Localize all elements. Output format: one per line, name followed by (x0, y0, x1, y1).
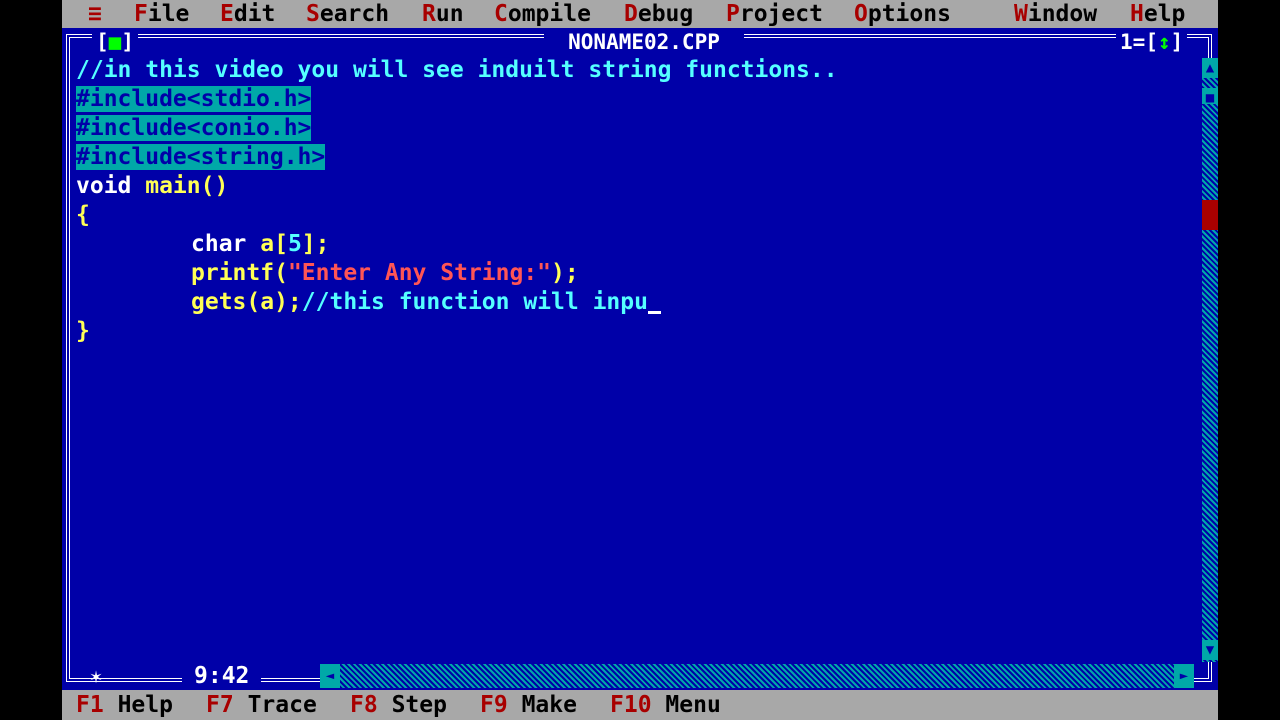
printf-end: ); (551, 260, 579, 286)
fkey-help-label: Help (117, 692, 173, 718)
zoom-left-bracket: [ (1145, 30, 1158, 54)
zoom-right-bracket: ] (1170, 30, 1184, 54)
menu-search-label: earch (319, 1, 390, 27)
menu-options[interactable]: Options (854, 0, 951, 28)
scroll-left-arrow-icon[interactable]: ◄ (320, 664, 340, 688)
fkey-trace-label: Trace (247, 692, 317, 718)
menu-run-hotkey: R (422, 1, 436, 27)
horizontal-scrollbar[interactable]: ◄ ► (320, 664, 1194, 688)
fkey-help[interactable]: F1 Help (76, 690, 173, 720)
menu-options-label: ptions (867, 1, 951, 27)
fkey-trace[interactable]: F7 Trace (206, 690, 317, 720)
menu-compile-label: ompile (507, 1, 591, 27)
fkey-step-key: F8 (350, 692, 378, 718)
menu-help-label: elp (1143, 1, 1186, 27)
printf-call: printf( (191, 260, 288, 286)
menu-debug[interactable]: Debug (624, 0, 693, 28)
menu-window-hotkey: W (1014, 1, 1028, 27)
close-icon: ■ (108, 30, 122, 54)
menu-search-hotkey: S (306, 1, 320, 27)
function-key-bar: F1 Help F7 Trace F8 Step F9 Make F10 Men… (62, 690, 1218, 720)
scroll-right-arrow-icon[interactable]: ► (1174, 664, 1194, 688)
include-conio: #include<conio.h> (76, 115, 312, 141)
code-line-6[interactable]: { (76, 201, 90, 230)
gets-call: gets(a); (191, 289, 302, 315)
fkey-menu-label: Menu (665, 692, 721, 718)
keyword-void: void (76, 173, 132, 199)
fkey-make[interactable]: F9 Make (480, 690, 577, 720)
vertical-scroll-thumb[interactable] (1202, 200, 1218, 230)
code-line-2[interactable]: #include<stdio.h> (76, 85, 312, 114)
code-editor[interactable]: //in this video you will see induilt str… (76, 56, 1196, 656)
fkey-menu[interactable]: F10 Menu (610, 690, 721, 720)
zoom-icon[interactable]: ↕ (1158, 30, 1171, 54)
window-title: NONAME02.CPP (544, 28, 744, 56)
fkey-menu-key: F10 (610, 692, 652, 718)
close-box-right-bracket: ] (121, 30, 134, 54)
menu-debug-hotkey: D (624, 1, 638, 27)
window-zoom-separator: = (1132, 30, 1146, 54)
include-stdio: #include<stdio.h> (76, 86, 312, 112)
menu-debug-label: ebug (637, 1, 694, 27)
include-string: #include<string.h> (76, 144, 326, 170)
code-line-4[interactable]: #include<string.h> (76, 143, 326, 172)
menu-window[interactable]: Window (1014, 0, 1097, 28)
menu-window-label: indow (1027, 1, 1098, 27)
modified-marker-icon: ✶ (90, 664, 103, 688)
code-line-5[interactable]: void main() (76, 172, 228, 201)
printf-string: "Enter Any String:" (287, 260, 552, 286)
code-line-9[interactable]: gets(a);//this function will inpu (191, 288, 661, 317)
main-signature: main() (131, 173, 229, 199)
menu-edit-hotkey: E (220, 1, 234, 27)
menu-edit[interactable]: Edit (220, 0, 275, 28)
code-line-1[interactable]: //in this video you will see induilt str… (76, 56, 838, 85)
text-cursor (647, 311, 661, 314)
system-menu-icon[interactable]: ≡ (88, 0, 102, 28)
close-box-left-bracket: [ (96, 30, 109, 54)
menu-file-hotkey: F (134, 1, 148, 27)
array-decl: a[ (246, 231, 288, 257)
keyword-char: char (191, 231, 247, 257)
array-decl-end: ]; (301, 231, 330, 257)
code-line-7[interactable]: char a[5]; (191, 230, 330, 259)
menu-compile-hotkey: C (494, 1, 508, 27)
array-size: 5 (287, 231, 302, 257)
close-box-button[interactable]: [■] (92, 28, 138, 56)
turbo-cpp-ide: ≡ File Edit Search Run Compile Debug Pro… (62, 0, 1218, 720)
fkey-step[interactable]: F8 Step (350, 690, 447, 720)
menu-edit-label: dit (233, 1, 276, 27)
gets-comment: //this function will inpu (301, 289, 648, 315)
menu-file-label: ile (147, 1, 190, 27)
menu-run[interactable]: Run (422, 0, 464, 28)
vertical-scrollbar[interactable] (1202, 58, 1218, 662)
scroll-up-arrow-icon[interactable]: ▲ (1202, 58, 1218, 78)
vertical-scroll-position-icon[interactable]: ■ (1202, 88, 1218, 106)
menu-project-label: roject (739, 1, 823, 27)
fkey-step-label: Step (391, 692, 447, 718)
fkey-make-key: F9 (480, 692, 508, 718)
menu-project[interactable]: Project (726, 0, 823, 28)
fkey-make-label: Make (521, 692, 577, 718)
scroll-down-arrow-icon[interactable]: ▼ (1202, 640, 1218, 660)
menu-project-hotkey: P (726, 1, 740, 27)
cursor-position: 9:42 (182, 662, 262, 690)
menu-file[interactable]: File (134, 0, 189, 28)
code-line-8[interactable]: printf("Enter Any String:"); (191, 259, 579, 288)
fkey-help-key: F1 (76, 692, 104, 718)
menu-help-hotkey: H (1130, 1, 1144, 27)
menu-options-hotkey: O (854, 1, 868, 27)
window-number: 1 (1120, 30, 1133, 54)
menu-bar: ≡ File Edit Search Run Compile Debug Pro… (62, 0, 1218, 28)
menu-help[interactable]: Help (1130, 0, 1185, 28)
fkey-trace-key: F7 (206, 692, 234, 718)
menu-run-label: un (435, 1, 464, 27)
menu-compile[interactable]: Compile (494, 0, 591, 28)
code-line-3[interactable]: #include<conio.h> (76, 114, 312, 143)
menu-search[interactable]: Search (306, 0, 389, 28)
code-line-10[interactable]: } (76, 317, 90, 346)
window-number-zoom[interactable]: 1=[↕] (1116, 28, 1188, 56)
